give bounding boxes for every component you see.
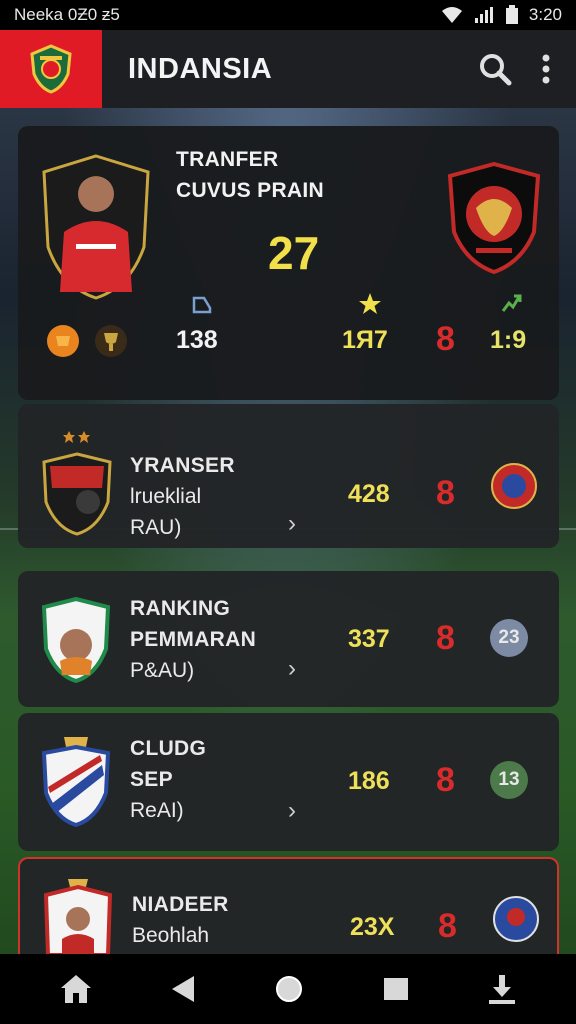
row-subtitle: lrueklial [130,485,202,508]
club-badge [43,879,113,960]
list-item[interactable]: CLUDG SEP ReAI) › 186 8 13 [18,713,559,851]
nav-recents-button[interactable] [382,976,410,1002]
row-title: YRANSER [130,454,235,477]
row-text: YRANSER lrueklial RAU) [130,450,235,543]
row-title: RANKING [130,597,231,620]
rank-number: 13 [490,761,528,799]
nav-back-button[interactable] [170,974,196,1004]
search-icon [480,54,512,86]
club-badge [41,596,111,688]
hero-title-line2: CUVUS PRAIN [176,179,324,202]
circle-home-icon [275,976,302,1002]
list-item[interactable]: YRANSER lrueklial RAU) › 428 8 [18,404,559,548]
chevron-right-icon[interactable]: › [288,655,296,683]
nav-circle-button[interactable] [274,974,304,1004]
club-mini-badge-icon [490,462,538,515]
battery-icon [505,5,518,24]
row-eight: 8 [436,619,455,657]
row-title: CLUDG [130,737,207,760]
hero-title-line1: TRANFER [176,148,279,171]
row-eight: 8 [436,474,455,512]
rank-badge: 23 [490,619,528,657]
stat-boots: 138 [176,326,218,354]
row-subtitle: SEP [130,768,173,791]
club-mini-badge-icon [492,895,540,948]
row-subtitle: Beohlah [132,924,210,947]
back-icon [172,976,195,1002]
stat-eight: 8 [436,320,455,358]
trophy-medal-icon [95,325,127,357]
hero-transfer-card[interactable]: TRANFER CUVUS PRAIN 27 138 1Я7 8 1:9 [18,126,559,400]
more-vert-icon [542,54,550,84]
stat-stars: 1Я7 [342,326,388,354]
rank-badge: 13 [490,761,528,799]
status-time: 3:20 [528,5,562,24]
home-icon [60,975,91,1003]
star-icon [359,293,381,314]
app-bar: INDANSIA [0,30,576,108]
list-item[interactable]: NIADEER Beohlah 23X 8 [18,857,559,957]
row-eight: 8 [436,761,455,799]
crest-logo-icon [30,44,72,94]
row-text: NIADEER Beohlah [132,889,229,951]
hero-title: TRANFER CUVUS PRAIN [176,144,324,206]
player-avatar [40,152,152,307]
status-carrier-text: Neeka 0Ƶ0 ƶ5 [14,5,120,24]
row-value: 337 [348,625,390,653]
brand-logo[interactable] [0,30,102,108]
row-detail: ReAI) [130,799,184,822]
recents-icon [383,978,408,1000]
hero-score: 27 [268,227,320,279]
list-item[interactable]: RANKING PEMMARAN P&AU) › 337 8 23 [18,571,559,707]
orange-medal-icon [47,325,79,357]
club-badge [42,452,112,541]
system-nav-bar [0,954,576,1024]
club-badge [41,735,111,832]
stat-ratio: 1:9 [490,326,527,354]
row-detail: P&AU) [130,659,195,682]
chevron-right-icon[interactable]: › [288,797,296,825]
boot-icon [192,296,212,314]
more-menu-button[interactable] [542,54,550,84]
row-subtitle: PEMMARAN [130,628,257,651]
row-title: NIADEER [132,893,229,916]
row-value: 186 [348,767,390,795]
row-value: 428 [348,480,390,508]
row-eight: 8 [438,907,457,945]
wifi-icon [441,7,462,23]
row-value: 23X [350,913,395,941]
club-crest [446,161,542,279]
nav-home-button[interactable] [59,973,93,1005]
chart-icon [501,294,522,312]
status-bar: Neeka 0Ƶ0 ƶ5 3:20 [0,0,576,30]
row-text: CLUDG SEP ReAI) [130,733,206,826]
two-stars-icon [63,431,90,443]
status-icons: 3:20 [441,5,562,25]
signal-icon [474,7,493,23]
nav-download-button[interactable] [487,973,517,1005]
chevron-right-icon[interactable]: › [288,510,296,538]
app-title: INDANSIA [128,52,273,85]
rank-number: 23 [490,619,528,657]
download-icon [489,975,516,1004]
row-text: RANKING PEMMARAN P&AU) [130,593,256,686]
row-detail: RAU) [130,516,182,539]
search-button[interactable] [478,52,512,86]
